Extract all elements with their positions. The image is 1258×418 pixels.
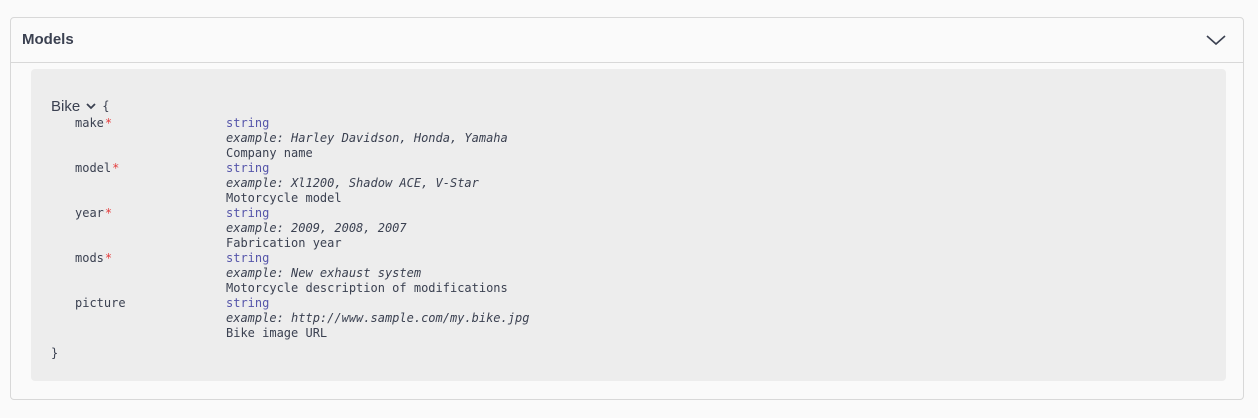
property-detail: string example: http://www.sample.com/my.… [226,296,529,341]
property-description: Motorcycle model [226,191,342,205]
chevron-down-icon[interactable] [85,100,97,112]
property-name-label: picture [75,296,126,310]
section-title: Models [22,31,74,48]
property-type: string [226,251,270,265]
property-detail: string example: New exhaust system Motorcy… [226,251,508,296]
models-section-header[interactable]: Models [11,18,1243,63]
property-detail: string example: Harley Davidson, Honda, Y… [226,116,508,161]
property-type: string [226,116,270,130]
property-example: example: 2009, 2008, 2007 [226,221,407,235]
property-example: example: Xl1200, Shadow ACE, V-Star [226,176,479,190]
property-name-label: year [75,206,104,220]
required-marker: * [104,116,113,130]
property-name: year* [75,206,112,220]
property-detail: string example: Xl1200, Shadow ACE, V-Sta… [226,161,479,206]
property-description: Company name [226,146,313,160]
property-name: model* [75,161,119,175]
property-description: Motorcycle description of modifications [226,281,508,295]
model-container: Bike { make* string example: Harley Davids… [31,69,1226,381]
property-example: example: http://www.sample.com/my.bike.j… [226,311,530,325]
property-name-label: model [75,161,112,175]
close-brace: } [51,346,59,360]
property-example: example: Harley Davidson, Honda, Yamaha [226,131,508,145]
required-marker: * [104,251,113,265]
property-name-label: mods [75,251,104,265]
chevron-down-icon[interactable] [1205,30,1227,50]
property-name-label: make [75,116,104,130]
property-name: make* [75,116,112,130]
property-example: example: New exhaust system [226,266,422,280]
property-type: string [226,296,270,310]
property-name: picture [75,296,126,310]
property-description: Bike image URL [226,326,328,340]
property-description: Fabrication year [226,236,342,250]
required-marker: * [112,161,120,175]
model-name[interactable]: Bike [51,98,80,115]
property-type: string [226,161,270,175]
required-marker: * [104,206,113,220]
property-type: string [226,206,270,220]
open-brace: { [102,99,110,113]
model-title-row: Bike { [51,97,109,115]
property-name: mods* [75,251,112,265]
models-section: Models Bike { make* string example: Harley… [10,17,1244,400]
property-detail: string example: 2009, 2008, 2007 Fabricati… [226,206,407,251]
